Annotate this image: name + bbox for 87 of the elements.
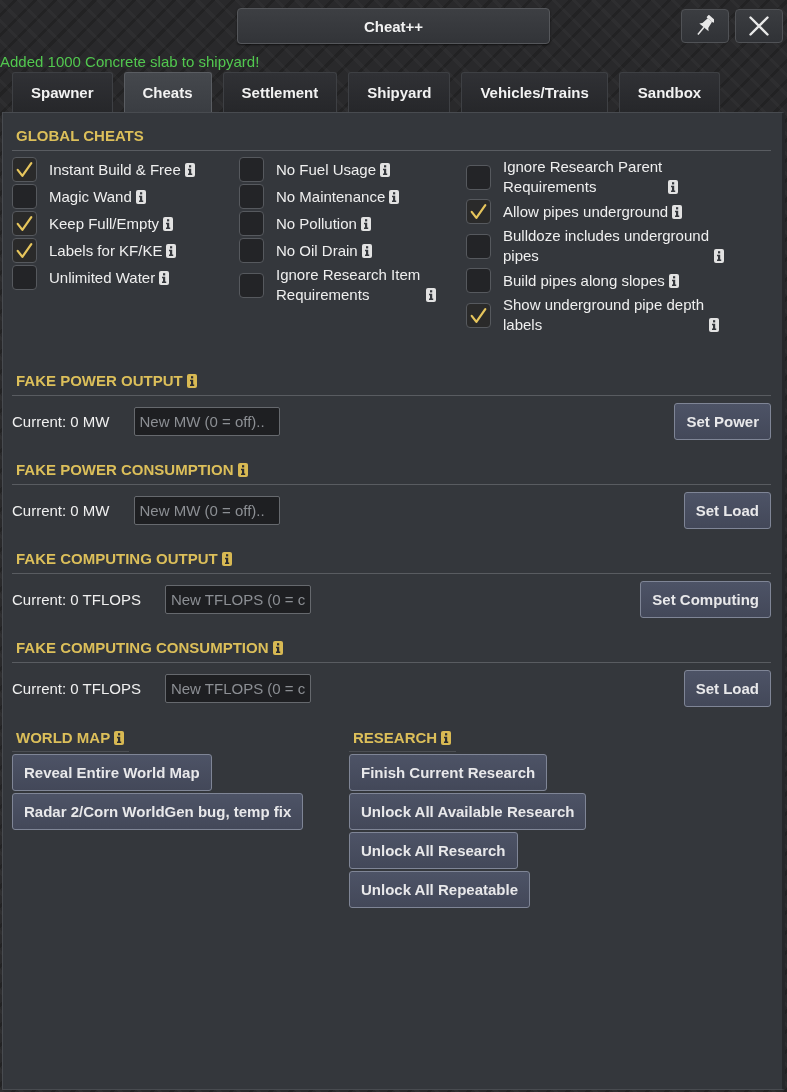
checkbox[interactable] xyxy=(466,199,491,224)
option-label: Labels for KF/KE xyxy=(49,240,163,261)
checkbox[interactable] xyxy=(239,184,264,209)
tab[interactable]: Cheats xyxy=(123,72,212,112)
info-icon xyxy=(135,189,146,204)
checkmark-icon xyxy=(16,215,33,232)
option-label: Keep Full/Empty xyxy=(49,213,160,234)
tab[interactable]: Shipyard xyxy=(348,72,451,112)
tab[interactable]: Spawner xyxy=(12,72,113,112)
option-label: Bulldoze includes underground pipes xyxy=(503,226,710,266)
checkbox[interactable] xyxy=(239,238,264,263)
info-icon xyxy=(163,216,174,231)
input-field[interactable]: New TFLOPS (0 = c xyxy=(164,585,311,614)
info-icon xyxy=(361,243,372,258)
option-label: Magic Wand xyxy=(49,186,132,207)
info-icon xyxy=(714,249,724,263)
set-button[interactable]: Set Load xyxy=(683,670,771,707)
info-icon xyxy=(380,162,391,177)
close-icon xyxy=(749,16,769,36)
checkmark-icon xyxy=(16,242,33,259)
action-button[interactable]: Unlock All Repeatable xyxy=(349,871,530,908)
input-field[interactable]: New MW (0 = off).. xyxy=(133,496,280,525)
option-label: No Fuel Usage xyxy=(276,159,377,180)
current-value: Current: 0 MW xyxy=(12,413,110,430)
info-icon xyxy=(159,270,170,285)
set-button[interactable]: Set Power xyxy=(674,403,771,440)
option-label: Build pipes along slopes xyxy=(503,270,665,291)
action-button[interactable]: Unlock All Available Research xyxy=(349,793,587,830)
section-title: RESEARCH xyxy=(353,728,438,748)
checkbox[interactable] xyxy=(239,211,264,236)
option-label: No Pollution xyxy=(276,213,357,234)
tab[interactable]: Settlement xyxy=(222,72,338,112)
set-button[interactable]: Set Computing xyxy=(640,581,771,618)
option-label: No Oil Drain xyxy=(276,240,358,261)
info-icon xyxy=(672,204,683,219)
checkbox[interactable] xyxy=(12,265,37,290)
action-button[interactable]: Unlock All Research xyxy=(349,832,518,869)
option-label: Ignore Research Parent Requirements xyxy=(503,157,664,197)
section-title: WORLD MAP xyxy=(16,728,111,748)
set-button[interactable]: Set Load xyxy=(683,492,771,529)
checkbox[interactable] xyxy=(12,238,37,263)
pin-button[interactable] xyxy=(681,9,729,43)
checkmark-icon xyxy=(470,203,487,220)
window-title: Cheat++ xyxy=(237,8,550,44)
current-value: Current: 0 TFLOPS xyxy=(12,591,141,608)
action-button[interactable]: Finish Current Research xyxy=(349,754,548,791)
input-field[interactable]: New MW (0 = off).. xyxy=(133,407,280,436)
option-label: Ignore Research Item Requirements xyxy=(276,265,422,305)
info-icon xyxy=(184,162,195,177)
checkbox[interactable] xyxy=(466,268,491,293)
checkbox[interactable] xyxy=(12,157,37,182)
info-icon xyxy=(668,273,679,288)
tab[interactable]: Sandbox xyxy=(618,72,721,112)
current-value: Current: 0 MW xyxy=(12,502,110,519)
info-icon xyxy=(668,180,678,194)
option-label: Allow pipes underground xyxy=(503,201,669,222)
input-field[interactable]: New TFLOPS (0 = c xyxy=(164,674,311,703)
info-icon xyxy=(426,288,436,302)
option-label: No Maintenance xyxy=(276,186,386,207)
option-label: Unlimited Water xyxy=(49,267,156,288)
section-title: GLOBAL CHEATS xyxy=(16,126,144,146)
action-button[interactable]: Radar 2/Corn WorldGen bug, temp fix xyxy=(12,793,304,830)
checkbox[interactable] xyxy=(239,157,264,182)
status-message: Added 1000 Concrete slab to shipyard! xyxy=(0,53,261,71)
option-label: Instant Build & Free xyxy=(49,159,181,180)
info-icon xyxy=(389,189,400,204)
current-value: Current: 0 TFLOPS xyxy=(12,680,141,697)
checkbox[interactable] xyxy=(466,233,491,259)
checkmark-icon xyxy=(16,161,33,178)
info-icon xyxy=(360,216,371,231)
checkbox[interactable] xyxy=(466,164,491,190)
info-icon xyxy=(709,318,719,332)
checkbox[interactable] xyxy=(12,184,37,209)
checkbox[interactable] xyxy=(12,211,37,236)
checkbox[interactable] xyxy=(466,302,491,328)
pushpin-icon xyxy=(696,15,714,37)
section-title: FAKE POWER OUTPUT xyxy=(16,371,183,391)
checkbox[interactable] xyxy=(239,272,264,298)
section-title: FAKE POWER CONSUMPTION xyxy=(16,460,234,480)
info-icon xyxy=(166,243,177,258)
close-button[interactable] xyxy=(735,9,783,43)
section-title: FAKE COMPUTING CONSUMPTION xyxy=(16,638,269,658)
action-button[interactable]: Reveal Entire World Map xyxy=(12,754,212,791)
section-title: FAKE COMPUTING OUTPUT xyxy=(16,549,218,569)
option-label: Show underground pipe depth labels xyxy=(503,295,705,335)
tab[interactable]: Vehicles/Trains xyxy=(461,72,608,112)
checkmark-icon xyxy=(470,306,487,324)
